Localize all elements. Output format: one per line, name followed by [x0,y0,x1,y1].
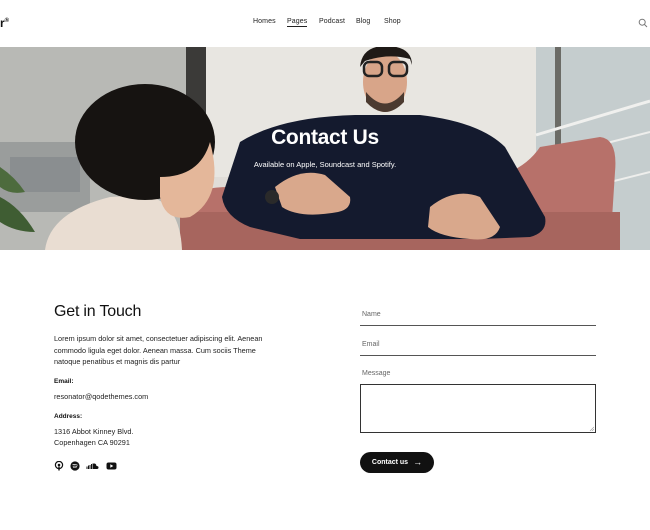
address-line-2: Copenhagen CA 90291 [54,438,130,447]
hero-title: Contact Us [271,126,379,149]
nav-item-pages[interactable]: Pages [287,18,308,27]
name-input-underline [360,325,596,326]
youtube-icon[interactable] [106,461,117,471]
resize-handle-icon[interactable] [589,426,594,431]
spotify-icon[interactable] [70,461,80,471]
message-textarea[interactable] [360,384,596,433]
email-input-underline [360,355,596,356]
nav-item-homes[interactable]: Homes [253,18,276,25]
name-input[interactable]: Name [362,311,381,318]
arrow-right-icon: → [413,457,423,467]
main-nav: Homes Pages Podcast Blog Shop [0,18,650,30]
email-input[interactable]: Email [362,341,380,348]
nav-item-blog[interactable]: Blog [356,18,370,25]
hero-subtitle: Available on Apple, Soundcast and Spotif… [253,160,397,169]
nav-item-podcast[interactable]: Podcast [319,18,345,25]
email-value[interactable]: resonator@qodethemes.com [54,391,148,403]
address-label: Address: [54,413,83,420]
contact-us-button-label: Contact us [371,459,409,466]
contact-us-button[interactable]: Contact us → [360,452,434,473]
get-in-touch-heading: Get in Touch [54,303,142,320]
email-label: Email: [54,378,74,385]
nav-item-shop[interactable]: Shop [384,18,401,25]
site-header: r® Homes Pages Podcast Blog Shop [0,0,650,47]
soundcloud-icon[interactable] [86,461,99,471]
hero-banner: Contact Us Available on Apple, Soundcast… [0,47,650,250]
contact-description: Lorem ipsum dolor sit amet, consectetuer… [54,334,263,366]
message-label: Message [362,370,391,377]
search-icon[interactable] [638,18,648,28]
podcast-icon[interactable] [54,461,64,471]
address-line-1: 1316 Abbot Kinney Blvd. [54,427,134,436]
